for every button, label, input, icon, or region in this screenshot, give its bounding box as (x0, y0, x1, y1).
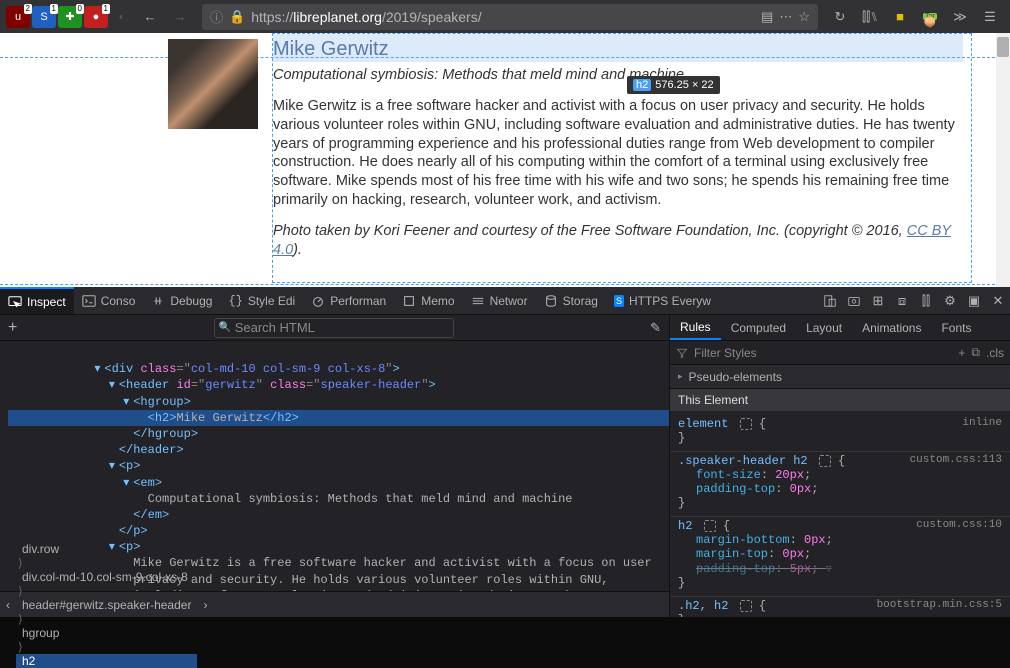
selector-highlighter-icon[interactable] (740, 600, 752, 612)
iframe-icon[interactable]: ⊞ (866, 289, 890, 313)
html-tree-line[interactable]: ▾<hgroup> (8, 394, 669, 410)
url-text: https://libreplanet.org/2019/speakers/ (251, 9, 755, 25)
devtools-tabs: Inspect Conso Debugg {}Style Edi Perform… (0, 287, 1010, 315)
css-rule[interactable]: .speaker-header h2 {custom.css:113font-s… (670, 452, 1010, 517)
html-tree-line[interactable]: ▾<header id="gerwitz" class="speaker-hea… (8, 377, 669, 393)
library-button[interactable]: ⫿⫿⑊ (856, 3, 884, 31)
this-element-header: This Element (670, 389, 1010, 411)
selector-highlighter-icon[interactable] (819, 455, 831, 467)
measure-icon[interactable]: ⫿⫿ (914, 289, 938, 313)
forward-button[interactable]: → (166, 3, 194, 31)
selector-highlighter-icon[interactable] (704, 520, 716, 532)
tab-network[interactable]: Networ (463, 287, 536, 314)
search-html-input[interactable]: Search HTML (214, 318, 454, 338)
back-button[interactable]: ← (136, 3, 164, 31)
address-bar[interactable]: ⓘ 🔒 https://libreplanet.org/2019/speaker… (202, 4, 818, 30)
tab-storage[interactable]: Storag (536, 287, 606, 314)
rules-tab-computed[interactable]: Computed (721, 315, 796, 340)
speaker-subtitle: Computational symbiosis: Methods that me… (273, 66, 963, 85)
breadcrumb-next[interactable]: › (197, 592, 213, 617)
pseudo-elements-toggle[interactable]: Pseudo-elements (670, 365, 1010, 389)
rulers-icon[interactable]: ⧈ (890, 289, 914, 313)
rules-tabs: RulesComputedLayoutAnimationsFonts (670, 315, 1010, 341)
ublock-icon[interactable]: u2 (6, 6, 30, 28)
css-rule[interactable]: h2 {custom.css:10margin-bottom: 0px;marg… (670, 517, 1010, 597)
noscript-icon[interactable]: S1 (32, 6, 56, 28)
speaker-photo (168, 39, 258, 129)
tab-console[interactable]: Conso (74, 287, 144, 314)
filter-icon[interactable]: ▿ (826, 562, 832, 576)
more-icon[interactable]: ⋯ (779, 9, 792, 25)
element-hint-tooltip: h2 576.25 × 22 (627, 76, 720, 94)
devtools: Inspect Conso Debugg {}Style Edi Perform… (0, 287, 1010, 617)
rules-list[interactable]: element {inline}.speaker-header h2 {cust… (670, 411, 1010, 617)
html-tree-line[interactable]: </header> (8, 442, 669, 458)
rules-tab-layout[interactable]: Layout (796, 315, 852, 340)
screenshot-icon[interactable] (842, 289, 866, 313)
copy-icon[interactable]: ⧉ (971, 345, 980, 360)
tab-memory[interactable]: Memo (394, 287, 462, 314)
speaker-photo-column (12, 33, 272, 283)
html-tree-line[interactable]: ▾<p> (8, 458, 669, 474)
browser-toolbar: u2 S1 ✚0 ●1 ◐ ← → ⓘ 🔒 https://libreplane… (0, 0, 1010, 33)
tab-https-everywhere[interactable]: SHTTPS Everyw (606, 287, 719, 314)
rules-panel: RulesComputedLayoutAnimationsFonts Filte… (669, 315, 1010, 617)
html-tree-line[interactable]: </p> (8, 523, 669, 539)
sidebar-yellow-icon[interactable]: ■ (886, 3, 914, 31)
breadcrumb-item[interactable]: h2 (16, 654, 197, 668)
tab-style-editor[interactable]: {}Style Edi (220, 287, 303, 314)
html-tree-line[interactable]: ▾<div class="col-md-10 col-sm-9 col-xs-8… (8, 361, 669, 377)
menu-button[interactable]: ☰ (976, 3, 1004, 31)
css-rule[interactable]: element {inline} (670, 415, 1010, 452)
ext3-icon[interactable]: ✚0 (58, 6, 82, 28)
inspector-panel: + Search HTML ✎ ▾<div class="col-md-10 c… (0, 315, 669, 617)
breadcrumb-prev[interactable]: ‹ (0, 592, 16, 617)
rules-tab-animations[interactable]: Animations (852, 315, 931, 340)
breadcrumb-item[interactable]: div.col-md-10.col-sm-9.col-xs-8 (16, 570, 197, 584)
html-tree-line[interactable]: <h2>Mike Gerwitz</h2> (8, 410, 669, 426)
html-tree-line[interactable]: </em> (8, 507, 669, 523)
rules-tab-rules[interactable]: Rules (670, 315, 721, 340)
html-tree-line[interactable]: </hgroup> (8, 426, 669, 442)
filter-styles-row: Filter Styles + ⧉ .cls (670, 341, 1010, 365)
breadcrumb-item[interactable]: div.row (16, 542, 197, 556)
reload-button[interactable]: ↻ (826, 3, 854, 31)
speaker-content: Mike Gerwitz Computational symbiosis: Me… (272, 33, 972, 283)
responsive-mode-icon[interactable] (818, 289, 842, 313)
rules-tab-fonts[interactable]: Fonts (931, 315, 981, 340)
info-icon[interactable]: ⓘ (210, 7, 223, 26)
eyedropper-icon[interactable]: ✎ (650, 320, 661, 336)
overflow-icon[interactable]: ≫ (946, 3, 974, 31)
html-tree-line[interactable]: Computational symbiosis: Methods that me… (8, 491, 669, 507)
speaker-bio: Mike Gerwitz is a free software hacker a… (273, 97, 963, 210)
settings-icon[interactable]: ⚙ (938, 289, 962, 313)
breadcrumb-item[interactable]: header#gerwitz.speaker-header (16, 598, 197, 612)
html-tree-line[interactable] (8, 345, 669, 361)
tab-debugger[interactable]: Debugg (143, 287, 220, 314)
reader-icon[interactable]: ▤ (761, 9, 773, 25)
selector-highlighter-icon[interactable] (740, 418, 752, 430)
bookmark-icon[interactable]: ☆ (798, 9, 810, 25)
breadcrumb-item[interactable]: hgroup (16, 626, 197, 640)
speaker-name-heading: Mike Gerwitz (273, 34, 963, 62)
dock-icon[interactable]: ▣ (962, 289, 986, 313)
devtools-close-icon[interactable]: ✕ (986, 289, 1010, 313)
css-rule[interactable]: .h2, h2 {bootstrap.min.css:5} (670, 597, 1010, 617)
lock-icon: 🔒 (229, 9, 245, 25)
breadcrumb-bar: ‹ div.row⟩div.col-md-10.col-sm-9.col-xs-… (0, 591, 669, 617)
ext5-icon[interactable]: ◐ (110, 6, 134, 28)
add-rule-button[interactable]: + (958, 346, 965, 360)
tab-performance[interactable]: Performan (303, 287, 394, 314)
speaker-credit: Photo taken by Kori Feener and courtesy … (273, 222, 963, 260)
page-content: Mike Gerwitz Computational symbiosis: Me… (0, 33, 1010, 287)
tab-inspector[interactable]: Inspect (0, 287, 74, 314)
tor-icon[interactable]: Tor🧅 (916, 3, 944, 31)
filter-styles-input[interactable]: Filter Styles (694, 346, 757, 360)
html-tree-line[interactable]: ▾<em> (8, 475, 669, 491)
ext4-icon[interactable]: ●1 (84, 6, 108, 28)
page-scrollbar[interactable] (996, 33, 1010, 287)
cls-toggle[interactable]: .cls (986, 346, 1004, 360)
add-element-button[interactable]: + (8, 319, 17, 337)
